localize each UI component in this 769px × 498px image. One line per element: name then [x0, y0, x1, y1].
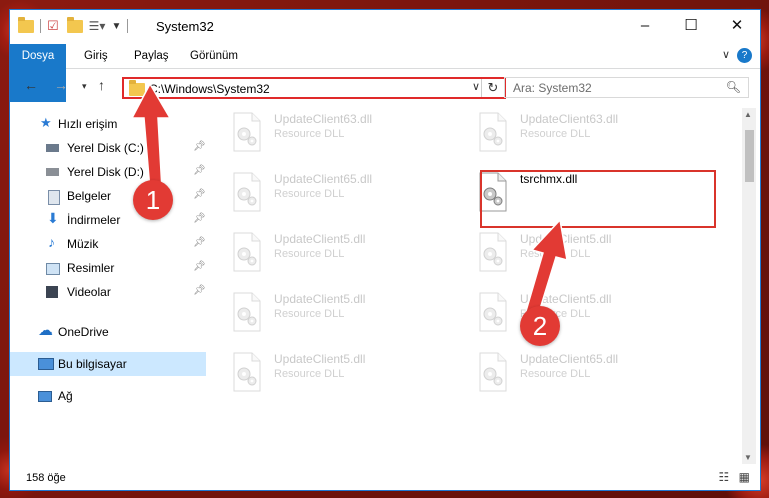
file-item[interactable]: UpdateClient5.dll Resource DLL — [226, 286, 466, 344]
drive-icon — [46, 168, 59, 176]
dll-file-icon — [230, 172, 264, 212]
dll-file-icon — [230, 112, 264, 152]
new-folder-icon[interactable] — [66, 16, 83, 33]
ribbon-tabs: Dosya Giriş Paylaş Görünüm ∨ ? — [10, 44, 760, 102]
pin-icon[interactable]: 📌︎ — [193, 261, 206, 272]
toolbar-separator — [127, 19, 129, 33]
nav-item-network[interactable]: Ağ — [10, 384, 206, 408]
view-toggle[interactable]: ☷ ▦ — [719, 470, 750, 484]
cloud-icon: ☁︎ — [38, 322, 53, 339]
pin-icon[interactable]: 📌︎ — [193, 165, 206, 176]
close-button[interactable]: ✕ — [714, 10, 760, 40]
documents-icon — [48, 190, 60, 205]
explorer-window: ☑ ☰▾ ▼ System32 – ☐ ✕ Dosya Giriş Paylaş… — [9, 9, 761, 491]
close-icon: ✕ — [730, 17, 744, 34]
step-badge-2: 2 — [520, 306, 560, 346]
file-list: UpdateClient63.dll Resource DLL UpdateCl… — [226, 106, 744, 468]
scrollbar-thumb[interactable] — [745, 130, 754, 182]
nav-item-pictures[interactable]: Resimler 📌︎ — [10, 256, 206, 280]
quick-access-toolbar: ☑ ☰▾ ▼ — [18, 16, 129, 34]
details-view-icon[interactable]: ☷ — [719, 470, 730, 484]
navigation-pane: ★ Hızlı erişim Yerel Disk (C:) 📌︎ Yerel … — [10, 110, 210, 460]
large-icons-view-icon[interactable]: ▦ — [739, 470, 750, 484]
tab-home[interactable]: Giriş — [84, 44, 108, 68]
file-item[interactable]: UpdateClient63.dll Resource DLL — [472, 106, 712, 164]
forward-arrow-icon[interactable]: → — [54, 77, 68, 93]
star-icon: ★ — [40, 115, 52, 130]
maximize-icon: ☐ — [684, 17, 698, 34]
nav-item-downloads[interactable]: ⬇︎ İndirmeler 📌︎ — [10, 208, 206, 232]
nav-item-local-disk-c[interactable]: Yerel Disk (C:) 📌︎ — [10, 136, 206, 160]
pin-icon[interactable]: 📌︎ — [193, 237, 206, 248]
vertical-scrollbar[interactable]: ▲ ▼ — [742, 108, 756, 464]
nav-item-videos[interactable]: Videolar 📌︎ — [10, 280, 206, 304]
item-count: 158 öğe — [26, 472, 66, 484]
chevron-down-icon[interactable]: ∨ — [472, 80, 480, 93]
dll-file-icon — [476, 292, 510, 332]
nav-item-local-disk-d[interactable]: Yerel Disk (D:) 📌︎ — [10, 160, 206, 184]
address-path: C:\Windows\System32 — [149, 82, 270, 96]
pin-icon[interactable]: 📌︎ — [193, 141, 206, 152]
dll-file-icon — [476, 112, 510, 152]
minimize-button[interactable]: – — [622, 10, 668, 40]
nav-item-music[interactable]: ♪ Müzik 📌︎ — [10, 232, 206, 256]
help-icon[interactable]: ? — [737, 48, 752, 63]
file-item[interactable]: UpdateClient65.dll Resource DLL — [226, 166, 466, 224]
file-item[interactable]: UpdateClient5.dll Resource DLL — [226, 226, 466, 284]
dll-file-icon — [476, 232, 510, 272]
dll-file-icon — [476, 352, 510, 392]
status-bar: 158 öğe ☷ ▦ — [10, 466, 760, 490]
file-item[interactable]: UpdateClient5.dll Resource DLL — [226, 346, 466, 404]
address-row: ← → ▾ ↑ C:\Windows\System32 ∨ ↻ Ara: Sys… — [10, 70, 760, 104]
title-bar: ☑ ☰▾ ▼ System32 – ☐ ✕ — [10, 10, 760, 42]
search-icon: 🔍︎ — [725, 80, 741, 94]
dll-file-icon — [230, 232, 264, 272]
nav-item-this-pc[interactable]: Bu bilgisayar — [10, 352, 206, 376]
scroll-down-icon[interactable]: ▼ — [744, 453, 752, 462]
back-arrow-icon[interactable]: ← — [24, 77, 38, 93]
pin-icon[interactable]: 📌︎ — [193, 285, 206, 296]
nav-item-onedrive[interactable]: ☁︎ OneDrive — [10, 320, 206, 344]
search-input[interactable]: Ara: System32 🔍︎ — [504, 77, 749, 98]
file-item[interactable]: UpdateClient5.dll Resource DLL — [472, 286, 712, 344]
nav-item-quick-access[interactable]: ★ Hızlı erişim — [10, 112, 206, 136]
search-placeholder: Ara: System32 — [513, 81, 592, 95]
expand-ribbon-icon[interactable]: ∨ — [722, 48, 730, 61]
highlight-box — [480, 170, 716, 228]
maximize-button[interactable]: ☐ — [668, 10, 714, 40]
properties-icon[interactable]: ☑ — [47, 18, 59, 34]
network-icon — [38, 391, 52, 402]
toolbar-dropdown-icon[interactable]: ▼ — [111, 21, 121, 32]
up-arrow-icon[interactable]: ↑ — [98, 77, 105, 93]
tab-share[interactable]: Paylaş — [134, 44, 169, 68]
nav-item-documents[interactable]: Belgeler 📌︎ — [10, 184, 206, 208]
file-item[interactable]: UpdateClient63.dll Resource DLL — [226, 106, 466, 164]
refresh-icon[interactable]: ↻ — [481, 79, 504, 97]
folder-icon — [18, 16, 34, 33]
tab-view[interactable]: Görünüm — [190, 44, 238, 68]
scroll-up-icon[interactable]: ▲ — [744, 110, 752, 119]
address-bar[interactable]: C:\Windows\System32 ∨ ↻ — [122, 77, 506, 99]
folder-icon — [129, 80, 145, 96]
window-title: System32 — [156, 19, 214, 34]
file-item[interactable]: UpdateClient5.dll Resource DLL — [472, 226, 712, 284]
dll-file-icon — [230, 352, 264, 392]
pin-icon[interactable]: 📌︎ — [193, 189, 206, 200]
dll-file-icon — [230, 292, 264, 332]
drive-icon — [46, 144, 59, 152]
step-badge-1: 1 — [133, 180, 173, 220]
computer-icon — [38, 358, 54, 370]
pin-icon[interactable]: 📌︎ — [193, 213, 206, 224]
recent-locations-icon[interactable]: ▾ — [82, 81, 87, 92]
download-icon: ⬇︎ — [47, 210, 59, 226]
video-icon — [46, 286, 58, 298]
minimize-icon: – — [640, 16, 650, 34]
customize-toolbar-icon[interactable]: ☰▾ — [89, 19, 106, 33]
toolbar-separator — [40, 19, 41, 33]
file-item[interactable]: UpdateClient65.dll Resource DLL — [472, 346, 712, 404]
pictures-icon — [46, 263, 60, 275]
music-icon: ♪ — [48, 234, 55, 250]
